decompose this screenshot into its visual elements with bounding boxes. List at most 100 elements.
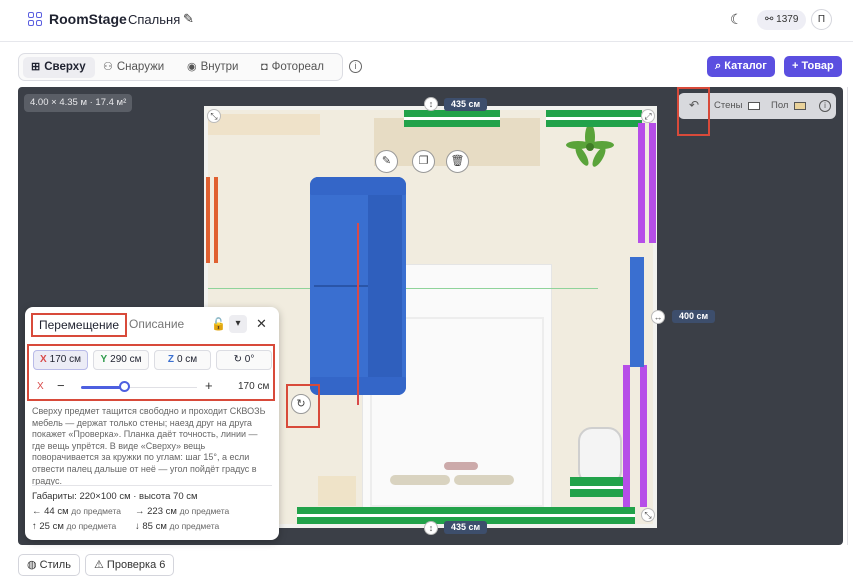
wall-element-orange[interactable]	[214, 177, 218, 263]
coins-icon: ⚯	[765, 14, 777, 25]
window-glass	[297, 514, 635, 517]
distance-left: ← 44 см до предмета	[32, 506, 121, 517]
slider-value: 170 см	[238, 381, 270, 392]
rotate-handle-icon[interactable]: ↻	[291, 394, 311, 414]
warning-icon: ⚠	[94, 559, 107, 571]
tab-move[interactable]: Перемещение	[31, 313, 127, 337]
resize-handle-right[interactable]: ↔	[651, 310, 665, 324]
divider	[847, 87, 848, 545]
brand-name: RoomStage	[49, 11, 127, 27]
walls-swatch[interactable]	[748, 102, 760, 110]
style-button[interactable]: ◍ Стиль	[18, 554, 80, 576]
divider	[32, 485, 272, 486]
distance-guide-line	[357, 223, 359, 405]
window-glass	[404, 117, 500, 120]
nightstand[interactable]	[318, 476, 356, 506]
toggle-walls-label[interactable]: Стены	[714, 100, 742, 111]
info-icon[interactable]: i	[349, 60, 362, 73]
slider-rest[interactable]	[125, 387, 197, 388]
duplicate-item-copy-icon[interactable]: ❐	[412, 150, 435, 173]
check-button[interactable]: ⚠ Проверка 6	[85, 554, 175, 576]
door-right-top[interactable]	[649, 123, 656, 243]
resize-handle-top[interactable]: ↕	[424, 97, 438, 111]
style-label: Стиль	[39, 559, 71, 571]
toggle-floor-label[interactable]: Пол	[771, 100, 788, 111]
tab-photoreal[interactable]: ◘ Фотореал	[259, 57, 341, 78]
distance-suffix: до предмета	[71, 506, 121, 516]
y-axis-letter: Y	[100, 354, 108, 365]
theme-moon-icon[interactable]: ☾	[730, 11, 743, 28]
pillow	[390, 475, 450, 485]
credits-badge[interactable]: ⚯ 1379	[757, 10, 807, 30]
highlight-box	[677, 87, 710, 136]
chevron-down-icon[interactable]: ▾	[229, 315, 247, 333]
info-icon[interactable]: i	[819, 100, 831, 112]
position-controls: X 170 см Y 290 см Z0 см ↻ 0° X − + 170 см	[27, 344, 275, 401]
delete-item-trash-icon[interactable]: 🗑	[446, 150, 469, 173]
tab-inside[interactable]: ◉ Внутри	[187, 57, 253, 78]
tab-photoreal-label: Фотореал	[271, 61, 324, 73]
tab-outside-label: Снаружи	[116, 61, 165, 73]
rotate-icon: ↻	[233, 354, 245, 365]
door-right-top[interactable]	[638, 123, 645, 243]
distance-down: ↓ 85 см до предмета	[135, 521, 220, 532]
help-text: Сверху предмет тащится свободно и проход…	[32, 406, 266, 486]
wardrobe-blue[interactable]	[630, 257, 644, 367]
measure-top: 435 см	[444, 98, 488, 111]
room-name[interactable]: Спальня	[128, 12, 180, 27]
tab-outside[interactable]: ⚇ Снаружи	[101, 57, 181, 78]
door-right-bottom[interactable]	[640, 365, 647, 507]
tab-top[interactable]: ⊞ Сверху	[23, 57, 95, 78]
close-icon[interactable]: ✕	[256, 316, 267, 332]
plant-icon[interactable]	[566, 123, 614, 171]
corner-handle[interactable]: ⤢	[641, 109, 655, 123]
add-product-button[interactable]: + Товар	[784, 56, 842, 77]
door-right-bottom[interactable]	[623, 365, 630, 507]
check-label: Проверка 6	[106, 559, 166, 571]
x-position-chip[interactable]: X 170 см	[33, 350, 88, 370]
resize-handle-bottom[interactable]: ↕	[424, 521, 438, 535]
window-glass	[546, 117, 642, 120]
search-icon: ⌕	[715, 60, 725, 72]
people-icon: ⚇	[103, 61, 113, 73]
item-properties-panel: Перемещение Описание 🔓 ▾ ✕ X 170 см Y 290 …	[25, 307, 279, 540]
palette-icon: ◍	[27, 559, 40, 571]
floor-swatch[interactable]	[794, 102, 806, 110]
z-axis-letter: Z	[167, 354, 174, 365]
y-value: 290 см	[110, 354, 142, 365]
y-position-chip[interactable]: Y 290 см	[93, 350, 149, 370]
plus-button[interactable]: +	[205, 378, 213, 393]
rotation-chip[interactable]: ↻ 0°	[216, 350, 272, 370]
avatar[interactable]: П	[811, 9, 832, 30]
lock-icon[interactable]: 🔓	[211, 317, 226, 331]
distance-left-value: 44 см	[44, 506, 69, 517]
corner-handle[interactable]: ⤡	[641, 508, 655, 522]
add-product-label: Товар	[801, 60, 834, 72]
x-axis-letter: X	[39, 354, 47, 365]
logo-grid-icon	[28, 12, 42, 26]
distance-up-value: 25 см	[39, 521, 64, 532]
edit-name-pencil-icon[interactable]: ✎	[183, 11, 194, 27]
x-slider-row: X − + 170 см	[33, 378, 271, 396]
sofa-backrest	[368, 187, 402, 387]
slider-thumb[interactable]	[119, 381, 130, 392]
distance-down-value: 85 см	[142, 521, 167, 532]
z-position-chip[interactable]: Z0 см	[154, 350, 211, 370]
camera-icon: ◘	[261, 61, 268, 73]
rug[interactable]	[208, 114, 320, 135]
distance-right: → 223 см до предмета	[135, 506, 230, 517]
rotation-value: 0°	[244, 354, 255, 365]
minus-button[interactable]: −	[57, 378, 65, 393]
tab-inside-label: Внутри	[200, 61, 239, 73]
eye-icon: ◉	[187, 61, 197, 73]
tab-description[interactable]: Описание	[129, 317, 184, 331]
credits-count: 1379	[776, 14, 799, 25]
edit-item-pencil-icon[interactable]: ✎	[375, 150, 398, 173]
corner-handle[interactable]: ⤡	[207, 109, 221, 123]
sofa-cushion-seam	[314, 285, 368, 287]
distance-suffix: до предмета	[169, 521, 220, 531]
grid-icon: ⊞	[31, 61, 41, 73]
pillow	[454, 475, 514, 485]
catalog-button[interactable]: ⌕ Каталог	[707, 56, 775, 77]
wall-element-orange[interactable]	[206, 177, 210, 263]
